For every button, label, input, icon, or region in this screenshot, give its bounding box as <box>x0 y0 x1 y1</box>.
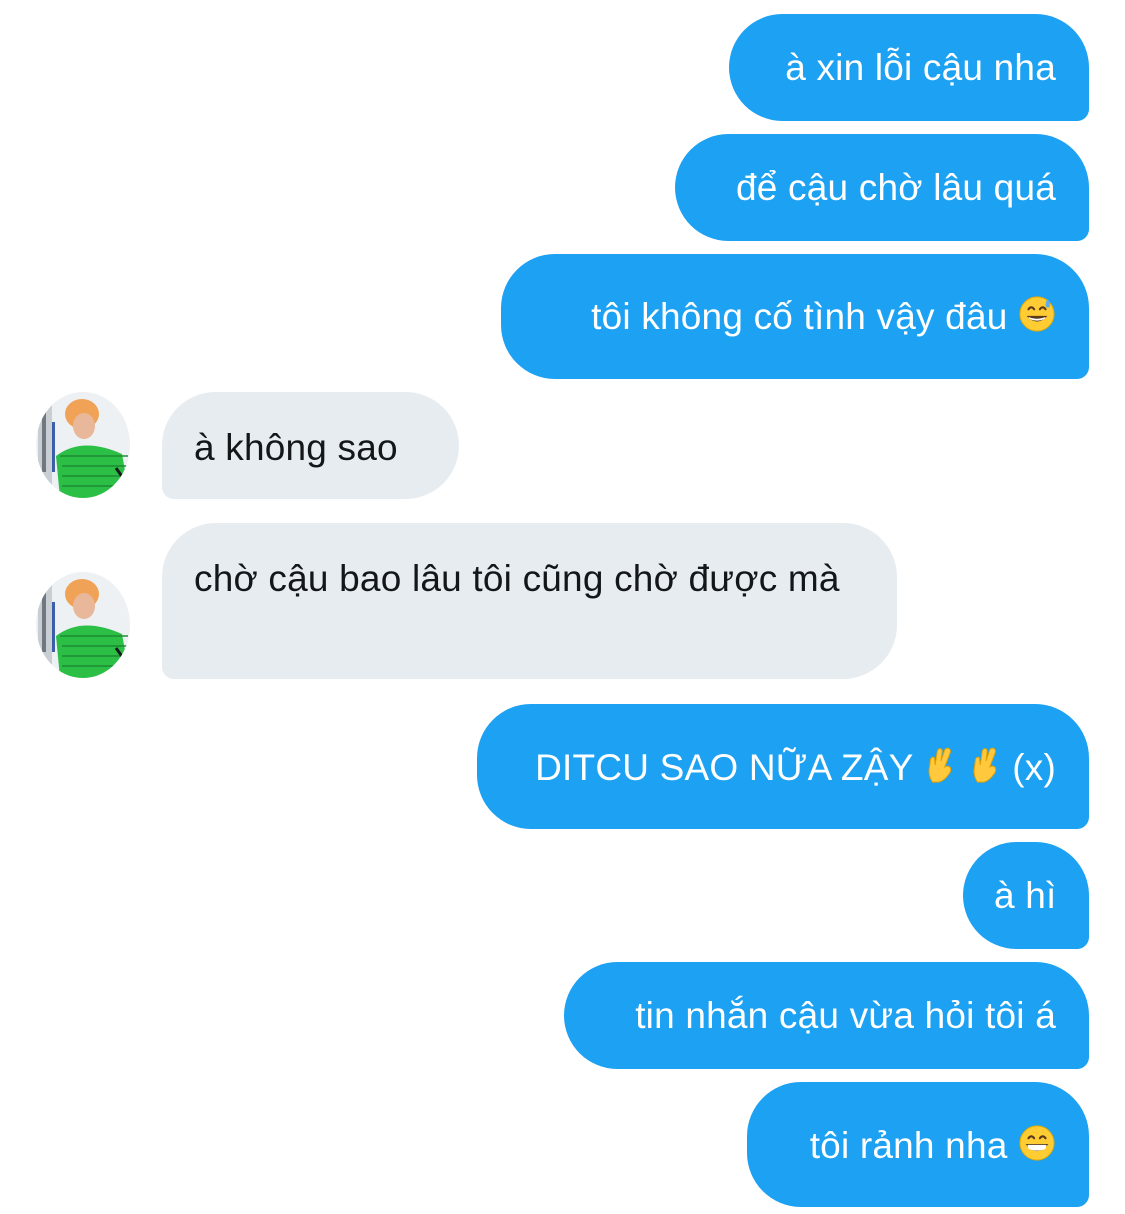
outgoing-message[interactable]: à hì <box>963 842 1089 949</box>
crossed-fingers-icon <box>968 746 1002 784</box>
message-text: à xin lỗi cậu nha <box>785 47 1056 88</box>
message-thread: à xin lỗi cậu nha để cậu chờ lâu quá tôi… <box>0 0 1125 1214</box>
message-text: tôi không cố tình vậy đâu <box>591 296 1008 337</box>
message-text: DITCU SAO NỮA ZẬY <box>535 747 913 788</box>
crossed-fingers-icon <box>923 746 957 784</box>
grinning-sweat-face-icon <box>1018 295 1056 333</box>
outgoing-message[interactable]: tôi không cố tình vậy đâu <box>501 254 1089 379</box>
contact-avatar[interactable] <box>36 572 130 678</box>
incoming-message[interactable]: à không sao <box>162 392 459 499</box>
contact-avatar[interactable] <box>36 392 130 498</box>
outgoing-message[interactable]: à xin lỗi cậu nha <box>729 14 1089 121</box>
message-text: à không sao <box>194 427 398 468</box>
message-text: để cậu chờ lâu quá <box>736 167 1056 208</box>
outgoing-message[interactable]: DITCU SAO NỮA ZẬY (x) <box>477 704 1089 829</box>
beaming-face-icon <box>1018 1124 1056 1162</box>
message-text: tôi rảnh nha <box>809 1125 1008 1166</box>
outgoing-message[interactable]: để cậu chờ lâu quá <box>675 134 1089 241</box>
message-suffix: (x) <box>1012 747 1056 788</box>
message-text: chờ cậu bao lâu tôi cũng chờ được mà <box>194 558 840 599</box>
message-text: à hì <box>994 875 1057 916</box>
outgoing-message[interactable]: tin nhắn cậu vừa hỏi tôi á <box>564 962 1089 1069</box>
incoming-message[interactable]: chờ cậu bao lâu tôi cũng chờ được mà <box>162 523 897 679</box>
message-text: tin nhắn cậu vừa hỏi tôi á <box>635 995 1056 1036</box>
outgoing-message[interactable]: tôi rảnh nha <box>747 1082 1089 1207</box>
